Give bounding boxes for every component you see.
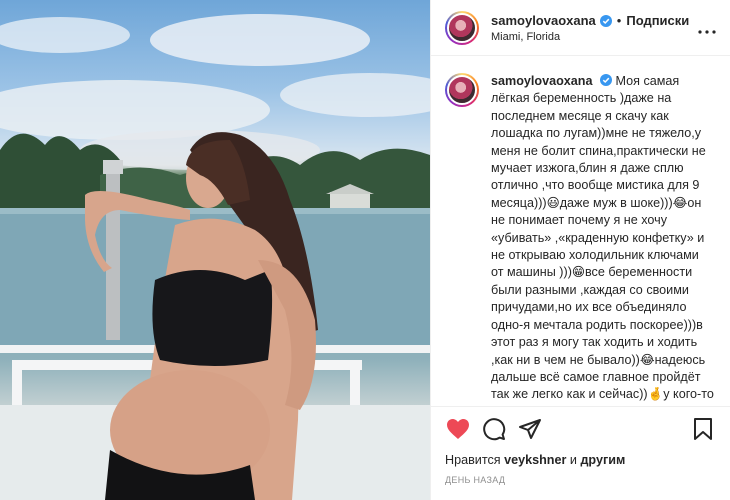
post-sidebar: samoylovaoxana • Подписки Miami, Florida… (430, 0, 730, 500)
share-icon[interactable] (517, 416, 543, 442)
likes-middle: и (569, 453, 577, 467)
photo-illustration (0, 14, 430, 500)
caption-username-link[interactable]: samoylovaoxana (491, 74, 593, 88)
post-timestamp[interactable]: День назад (445, 475, 716, 485)
post-header: samoylovaoxana • Подписки Miami, Florida (431, 0, 730, 56)
caption-section: samoylovaoxana Моя самая лёгкая беременн… (431, 57, 730, 406)
avatar[interactable] (445, 10, 479, 45)
caption-text: samoylovaoxana Моя самая лёгкая беременн… (491, 73, 714, 406)
likes-others-link[interactable]: другим (580, 453, 625, 467)
verified-badge-icon (600, 74, 613, 86)
heart-filled-icon[interactable] (445, 416, 471, 442)
liked-by-user-link[interactable]: veykshner (504, 453, 566, 467)
likes-summary: Нравится veykshner и другим (445, 453, 716, 467)
comment-icon[interactable] (481, 416, 507, 442)
caption-avatar[interactable] (445, 73, 479, 107)
verified-badge-icon (599, 14, 612, 27)
caption-body: Моя самая лёгкая беременность )даже на п… (491, 74, 714, 406)
post-photo[interactable] (0, 0, 430, 500)
likes-prefix: Нравится (445, 453, 501, 467)
bookmark-icon[interactable] (690, 416, 716, 442)
more-horizontal-icon[interactable] (698, 19, 716, 37)
following-button[interactable]: Подписки (626, 13, 689, 28)
action-bar: Нравится veykshner и другим День назад (431, 406, 730, 485)
location-link[interactable]: Miami, Florida (491, 31, 689, 43)
username-link[interactable]: samoylovaoxana (491, 13, 596, 28)
separator-dot: • (616, 12, 622, 28)
